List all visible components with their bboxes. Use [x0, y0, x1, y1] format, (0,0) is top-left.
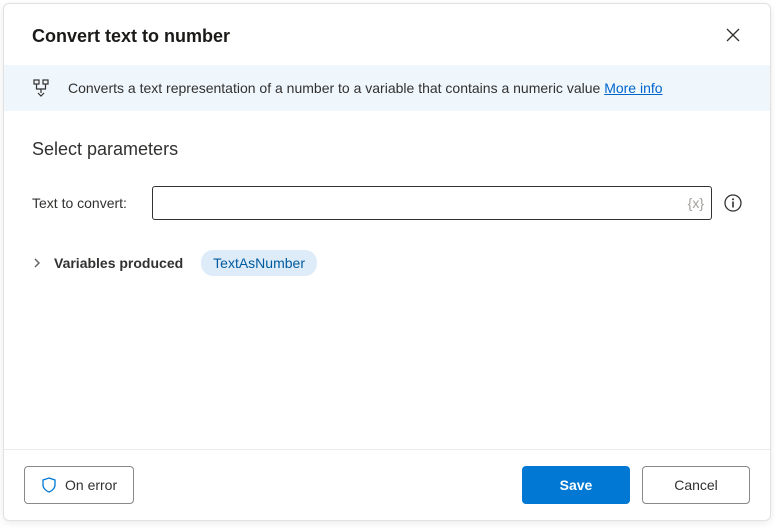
variable-chip[interactable]: TextAsNumber [201, 250, 317, 276]
save-button[interactable]: Save [522, 466, 630, 504]
on-error-label: On error [65, 477, 117, 493]
close-icon [726, 28, 740, 42]
dialog-footer: On error Save Cancel [4, 449, 770, 520]
text-to-convert-input[interactable] [152, 186, 712, 220]
shield-icon [41, 477, 57, 493]
action-icon [32, 79, 50, 97]
on-error-button[interactable]: On error [24, 466, 134, 504]
info-text-wrap: Converts a text representation of a numb… [68, 80, 663, 96]
save-label: Save [560, 477, 593, 493]
chevron-right-icon[interactable] [32, 258, 42, 268]
param-row-text-to-convert: Text to convert: {x} [32, 186, 742, 220]
cancel-button[interactable]: Cancel [642, 466, 750, 504]
dialog-title: Convert text to number [32, 26, 230, 47]
dialog-header: Convert text to number [4, 4, 770, 65]
variables-produced-label: Variables produced [54, 255, 183, 271]
section-title: Select parameters [32, 139, 742, 160]
info-bar: Converts a text representation of a numb… [4, 65, 770, 111]
dialog-convert-text-to-number: Convert text to number Converts a text r… [3, 3, 771, 521]
variables-produced-row: Variables produced TextAsNumber [32, 250, 742, 276]
dialog-content: Select parameters Text to convert: {x} V… [4, 111, 770, 449]
close-button[interactable] [720, 22, 746, 51]
info-icon[interactable] [724, 194, 742, 212]
info-text: Converts a text representation of a numb… [68, 80, 604, 96]
text-to-convert-label: Text to convert: [32, 195, 140, 211]
footer-right: Save Cancel [522, 466, 750, 504]
more-info-link[interactable]: More info [604, 80, 662, 96]
text-to-convert-input-wrap: {x} [152, 186, 712, 220]
cancel-label: Cancel [674, 477, 718, 493]
variable-picker-icon[interactable]: {x} [688, 195, 704, 211]
